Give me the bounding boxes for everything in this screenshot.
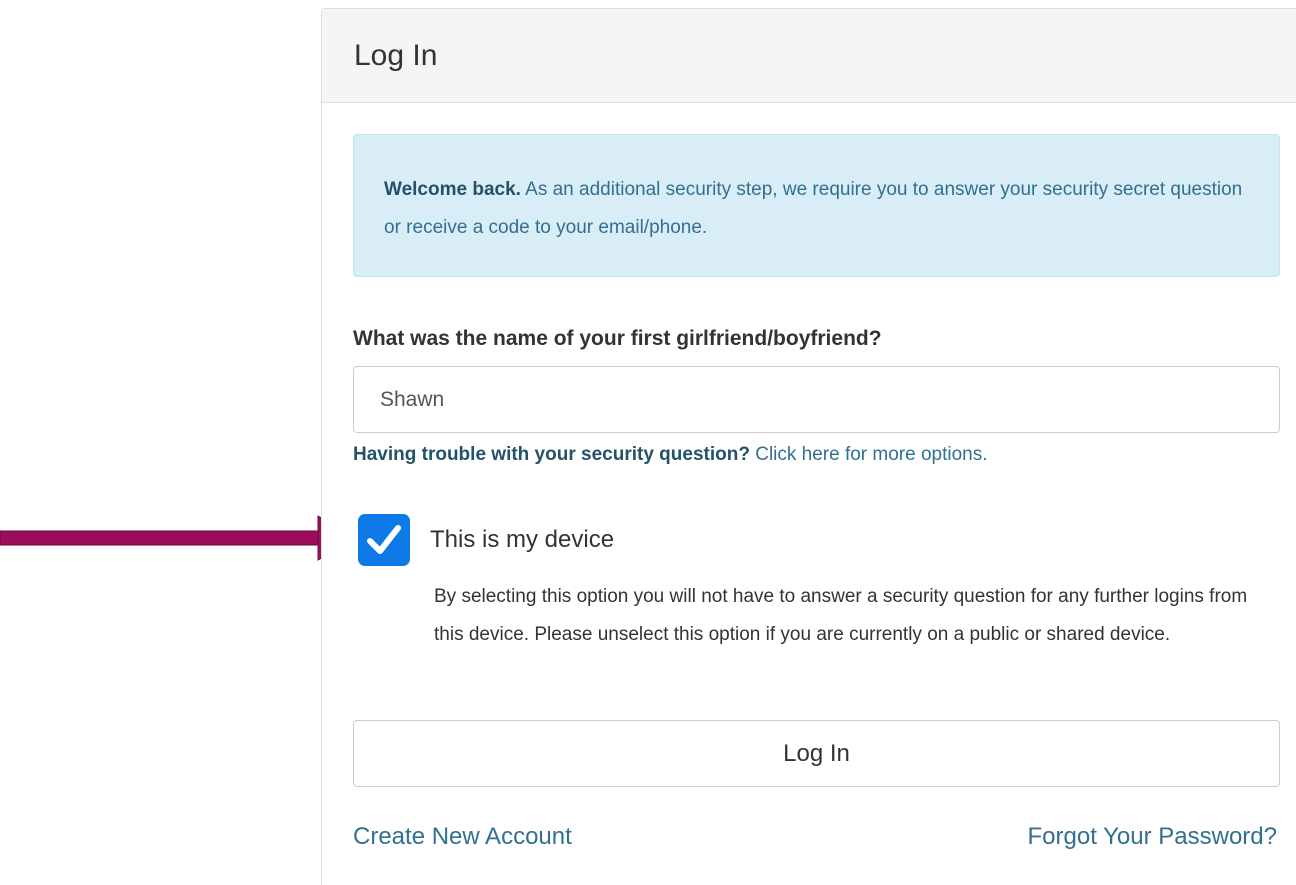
login-panel: Log In Welcome back. As an additional se… xyxy=(321,8,1296,885)
panel-header: Log In xyxy=(322,9,1296,103)
device-checkbox-label[interactable]: This is my device xyxy=(430,526,614,554)
right-arrow-icon xyxy=(0,515,359,561)
security-help-line: Having trouble with your security questi… xyxy=(353,444,988,466)
create-account-link[interactable]: Create New Account xyxy=(353,823,572,851)
device-description: By selecting this option you will not ha… xyxy=(434,586,1248,645)
welcome-alert: Welcome back. As an additional security … xyxy=(353,134,1280,277)
security-question-label: What was the name of your first girlfrie… xyxy=(353,327,882,350)
security-help-link[interactable]: Having trouble with your security questi… xyxy=(353,444,750,465)
login-button[interactable]: Log In xyxy=(353,720,1280,787)
alert-strong-text: Welcome back. xyxy=(384,179,521,200)
this-is-my-device-checkbox[interactable] xyxy=(358,514,410,566)
page: Log In Welcome back. As an additional se… xyxy=(0,0,1296,885)
checkmark-icon xyxy=(367,525,401,554)
security-answer-input[interactable] xyxy=(353,366,1280,433)
forgot-password-link[interactable]: Forgot Your Password? xyxy=(1028,823,1277,851)
panel-title: Log In xyxy=(354,39,438,72)
more-options-link[interactable]: Click here for more options. xyxy=(750,444,987,465)
